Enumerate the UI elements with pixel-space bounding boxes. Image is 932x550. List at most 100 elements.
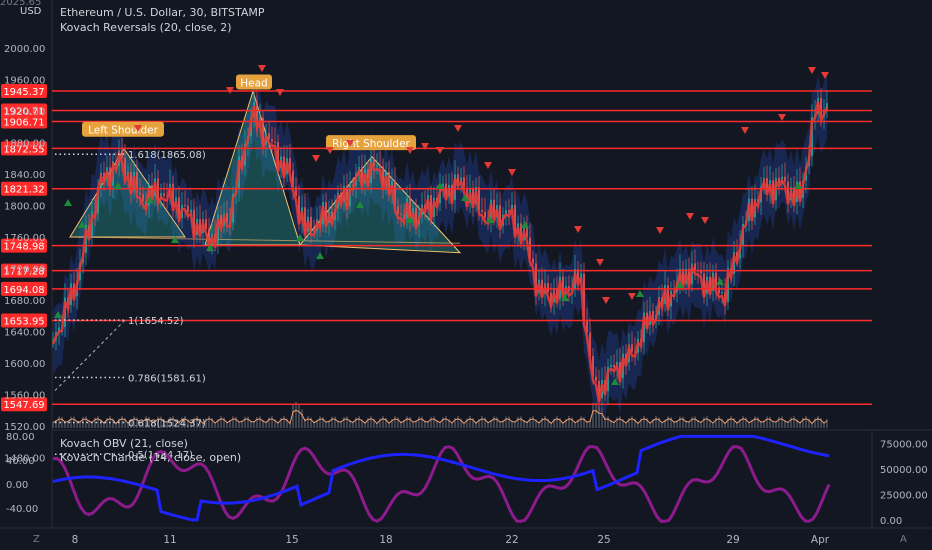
volume-bar [592, 402, 594, 428]
candle-body [268, 133, 270, 140]
volume-bar [496, 416, 498, 428]
candle-body [484, 211, 486, 218]
candle-body [274, 141, 276, 143]
volume-bar [655, 416, 657, 428]
volume-bar [61, 416, 63, 428]
volume-bar [601, 407, 603, 428]
obv-axis-label: 25000.00 [880, 491, 928, 502]
volume-bar [214, 423, 216, 428]
candle-body [631, 344, 633, 352]
price-level-value: 1547.69 [3, 400, 44, 411]
volume-bar [712, 422, 714, 428]
volume-bar [544, 416, 546, 428]
volume-bar [382, 416, 384, 428]
price-chart[interactable]: 1945.371920.711906.711872.551821.321748.… [0, 0, 932, 550]
volume-bar [226, 422, 228, 428]
chart-window: 1945.37 1920.71 1906.71 1872.55 1821.32 1748.… [0, 0, 932, 550]
volume-bar [487, 422, 489, 428]
volume-bar [295, 402, 297, 428]
volume-bar [730, 416, 732, 428]
obv-title: Kovach OBV (21, close) [60, 437, 188, 450]
volume-bar [670, 417, 672, 428]
time-axis-label: 29 [726, 534, 739, 546]
volume-bar [508, 416, 510, 428]
volume-bar [244, 416, 246, 428]
volume-bar [781, 416, 783, 428]
volume-bar [724, 423, 726, 428]
candle-body [142, 194, 144, 201]
volume-bar [583, 417, 585, 428]
volume-bar [811, 423, 813, 428]
volume-bar [334, 416, 336, 428]
volume-bar [235, 416, 237, 428]
chande-axis-label: -40.00 [6, 504, 38, 515]
candle-body [184, 204, 186, 206]
volume-bar [748, 422, 750, 428]
time-axis-label: 8 [72, 534, 79, 546]
volume-bar [817, 416, 819, 428]
volume-bar [619, 416, 621, 428]
volume-bar [643, 416, 645, 428]
volume-bar [667, 416, 669, 428]
volume-bar [298, 403, 300, 428]
volume-bar [469, 416, 471, 428]
price-axis-label: 1600.00 [4, 359, 45, 370]
price-level-value: 1653.95 [3, 317, 44, 328]
candle-body [163, 193, 165, 196]
volume-bar [826, 418, 828, 428]
price-axis-label: 1840.00 [4, 170, 45, 181]
volume-bar [631, 416, 633, 428]
volume-bar [457, 416, 459, 428]
volume-bar [52, 422, 54, 428]
volume-bar [247, 416, 249, 428]
volume-bar [70, 416, 72, 428]
candle-body [595, 376, 597, 381]
volume-bar [682, 416, 684, 428]
volume-bar [649, 423, 651, 428]
price-axis-label: 1640.00 [4, 328, 45, 339]
price-level-value: 1821.32 [3, 185, 44, 196]
volume-bar [754, 416, 756, 428]
volume-bar [364, 423, 366, 428]
volume-bar [661, 422, 663, 428]
volume-bar [409, 416, 411, 428]
symbol-title: Ethereum / U.S. Dollar, 30, BITSTAMP [60, 6, 265, 19]
volume-bar [376, 423, 378, 428]
volume-bar [313, 422, 315, 428]
price-axis-label: 1920.00 [4, 107, 45, 118]
volume-bar [481, 416, 483, 428]
candle-body [532, 258, 534, 264]
volume-bar [451, 423, 453, 428]
volume-bar [358, 416, 360, 428]
candle-body [778, 177, 780, 183]
volume-bar [736, 423, 738, 428]
volume-bar [232, 416, 234, 428]
scale-a-button[interactable]: A [900, 534, 907, 545]
volume-bar [517, 416, 519, 428]
candle-body [610, 364, 612, 367]
volume-bar [301, 409, 303, 428]
scale-z-button[interactable]: Z [33, 534, 40, 545]
volume-bar [352, 422, 354, 428]
volume-bar [598, 406, 600, 428]
price-axis-label: 1880.00 [4, 139, 45, 150]
volume-bar [562, 423, 564, 428]
candle-body [784, 176, 786, 182]
volume-bar [331, 416, 333, 428]
volume-bar [574, 422, 576, 428]
price-axis-label: 1960.00 [4, 76, 45, 87]
volume-bar [400, 422, 402, 428]
price-axis-label: 1720.00 [4, 265, 45, 276]
time-axis-label: Apr [811, 534, 830, 546]
candle-body [613, 364, 615, 368]
volume-bar [259, 416, 261, 428]
volume-bar [505, 416, 507, 428]
volume-bar [580, 416, 582, 428]
price-level-value: 1694.08 [3, 285, 44, 296]
right-shoulder-badge-text: Right Shoulder [332, 138, 410, 150]
volume-bar [805, 416, 807, 428]
volume-bar [370, 416, 372, 428]
fib-label: 0.786(1581.61) [128, 373, 206, 384]
volume-bar [319, 416, 321, 428]
chande-axis-label: 80.00 [6, 432, 35, 443]
